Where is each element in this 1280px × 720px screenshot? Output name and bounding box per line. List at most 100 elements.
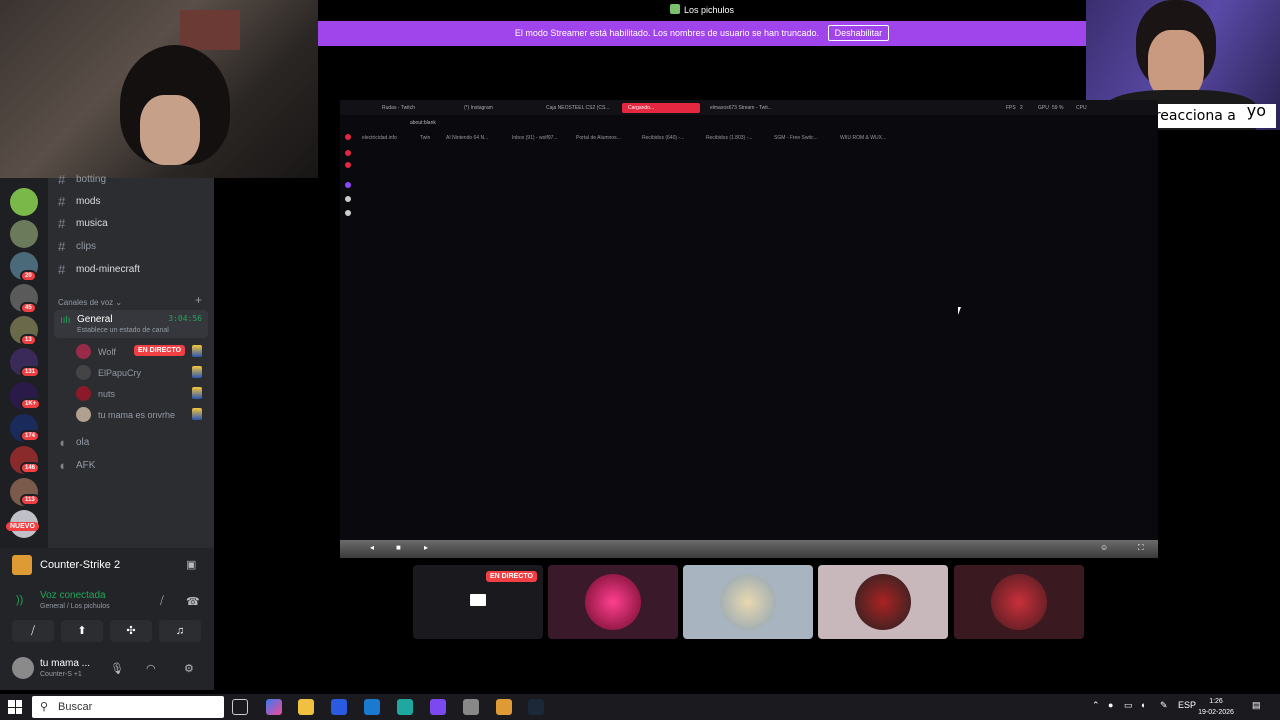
noise-icon[interactable]: ⧸: [160, 595, 164, 608]
prev-icon[interactable]: ◂: [370, 543, 374, 552]
chevron-up-icon[interactable]: ⌃: [1092, 700, 1100, 711]
browser-tabs: Rudas - Twitch (*) Instagram Caja NEOSTE…: [340, 100, 1158, 115]
browser-tab-active[interactable]: Cargando...: [622, 103, 700, 113]
speaker-icon: ◖: [58, 435, 66, 450]
channel-mod-minecraft[interactable]: # mod-minecraft: [58, 262, 140, 277]
add-channel-icon[interactable]: +: [195, 293, 202, 307]
voice-member[interactable]: ElPapuCry: [76, 365, 141, 380]
address-bar[interactable]: about:blank: [410, 120, 436, 126]
gear-icon[interactable]: ⚙: [184, 662, 194, 675]
voice-member[interactable]: Wolf: [76, 344, 116, 359]
voice-channel-afk[interactable]: ◖ AFK: [58, 458, 95, 473]
participant-tile[interactable]: [818, 565, 948, 639]
webcam-left: [0, 0, 318, 178]
bookmark[interactable]: Recibidos (640) -...: [642, 135, 684, 141]
username[interactable]: tu mama ...: [40, 658, 90, 669]
store-icon[interactable]: [331, 699, 347, 715]
sidebar-icon[interactable]: [345, 134, 351, 140]
bookmark[interactable]: WIIU ROM & WUX...: [840, 135, 886, 141]
clock-date: 19-02-2026: [1198, 709, 1234, 716]
activity-icon[interactable]: ▣: [186, 558, 196, 571]
activities-button[interactable]: ✣: [110, 620, 152, 642]
next-icon[interactable]: ▸: [424, 543, 428, 552]
badge: 146: [20, 462, 41, 474]
channel-mods[interactable]: # mods: [58, 194, 100, 209]
obs-icon[interactable]: [463, 699, 479, 715]
browser-tab[interactable]: Caja NEOSTEEL CS2 (CS...: [540, 103, 609, 113]
participant-tile[interactable]: [548, 565, 678, 639]
bookmark[interactable]: electricidad.info: [362, 135, 397, 141]
volume-icon[interactable]: ◖: [1140, 700, 1145, 710]
voice-member[interactable]: nuts: [76, 386, 115, 401]
window-title-text: Los pichulos: [683, 5, 735, 15]
participant-tile[interactable]: [683, 565, 813, 639]
voice-channel-ola[interactable]: ◖ ola: [58, 435, 89, 450]
avatar: [855, 574, 911, 630]
browser-tab[interactable]: Rudas - Twitch: [376, 103, 415, 113]
steam-icon[interactable]: [528, 699, 544, 715]
channel-label: ola: [76, 437, 90, 448]
bookmark[interactable]: AI Nintendo 64 N...: [446, 135, 488, 141]
headphones-icon[interactable]: ◠: [146, 662, 156, 675]
voice-category[interactable]: Canales de voz ⌄: [58, 298, 122, 307]
sidebar-icon[interactable]: [345, 162, 351, 168]
voice-connected[interactable]: Voz conectada: [40, 590, 106, 601]
network-icon[interactable]: ▭: [1124, 700, 1133, 711]
fps-value: 2: [1020, 105, 1023, 111]
participant-tile[interactable]: EN DIRECTO: [413, 565, 543, 639]
voice-member[interactable]: tu mama es onvrhe: [76, 407, 175, 422]
file-explorer-icon[interactable]: [298, 699, 314, 715]
soundboard-button[interactable]: ♫: [159, 620, 201, 642]
search-input[interactable]: ⚲ Buscar: [32, 696, 224, 718]
cs2-icon[interactable]: [496, 699, 512, 715]
bookmark[interactable]: SGM - Free Switc...: [774, 135, 818, 141]
language-label[interactable]: ESP: [1178, 700, 1196, 710]
mail-icon[interactable]: [364, 699, 380, 715]
disable-streamer-button[interactable]: Deshabilitar: [827, 25, 890, 41]
voice-channel-general[interactable]: ıılı General 3:04:56 Establece un estado…: [54, 310, 208, 338]
stream-controls: ◂ ■ ▸ ☺ ⛶: [340, 540, 1158, 558]
microphone-icon[interactable]: 🎙: [110, 662, 124, 675]
avatar[interactable]: [12, 657, 34, 679]
server-icon[interactable]: [10, 188, 38, 216]
stop-icon[interactable]: ■: [396, 543, 401, 552]
server-icon[interactable]: [10, 220, 38, 248]
twitch-icon[interactable]: [345, 182, 351, 188]
cs2-icon: [12, 555, 32, 575]
task-view-icon[interactable]: [232, 699, 248, 715]
bookmark[interactable]: Recibidos (1.803) -...: [706, 135, 752, 141]
camera-button[interactable]: ⧸: [12, 620, 54, 642]
bookmark[interactable]: Portal de Alumnos...: [576, 135, 621, 141]
channel-status[interactable]: Establece un estado de canal: [77, 327, 169, 334]
screen-share-button[interactable]: ⬆: [61, 620, 103, 642]
game-activity[interactable]: Counter-Strike 2: [12, 554, 206, 576]
fullscreen-icon[interactable]: ⛶: [1138, 543, 1144, 553]
channel-label: clips: [76, 241, 97, 252]
sidebar-icon[interactable]: [345, 150, 351, 156]
hash-icon: #: [58, 172, 66, 187]
windows-start-icon[interactable]: [8, 700, 22, 714]
cpu-label: CPU: [1076, 105, 1087, 111]
channel-musica[interactable]: # musica: [58, 216, 108, 231]
channel-clips[interactable]: # clips: [58, 239, 96, 254]
bookmark[interactable]: Inbox (91) - wolf97...: [512, 135, 558, 141]
copilot-icon[interactable]: [266, 699, 282, 715]
channel-botting[interactable]: # botting: [58, 172, 106, 187]
clock[interactable]: 1:26 19-02-2026: [1196, 696, 1236, 718]
opera-gx-icon[interactable]: [430, 699, 446, 715]
participant-tile[interactable]: [954, 565, 1084, 639]
pen-icon[interactable]: ✎: [1160, 700, 1168, 711]
edge-icon[interactable]: [397, 699, 413, 715]
bookmark[interactable]: Twin: [420, 135, 430, 141]
disconnect-icon[interactable]: ☎: [186, 595, 200, 608]
browser-tab[interactable]: (*) Instagram: [458, 103, 493, 113]
microphone-icon[interactable]: ●: [1108, 700, 1113, 710]
emoji-icon[interactable]: ☺: [1100, 543, 1108, 552]
notification-icon[interactable]: ▤: [1252, 700, 1261, 711]
stream-view[interactable]: Rudas - Twitch (*) Instagram Caja NEOSTE…: [340, 100, 1158, 558]
voice-location[interactable]: General / Los pichulos: [40, 603, 110, 610]
browser-tab[interactable]: elmaxos673 Stream - Twit...: [704, 103, 772, 113]
discord-icon[interactable]: [345, 210, 351, 216]
game-icon: [192, 408, 202, 420]
x-icon[interactable]: [345, 196, 351, 202]
